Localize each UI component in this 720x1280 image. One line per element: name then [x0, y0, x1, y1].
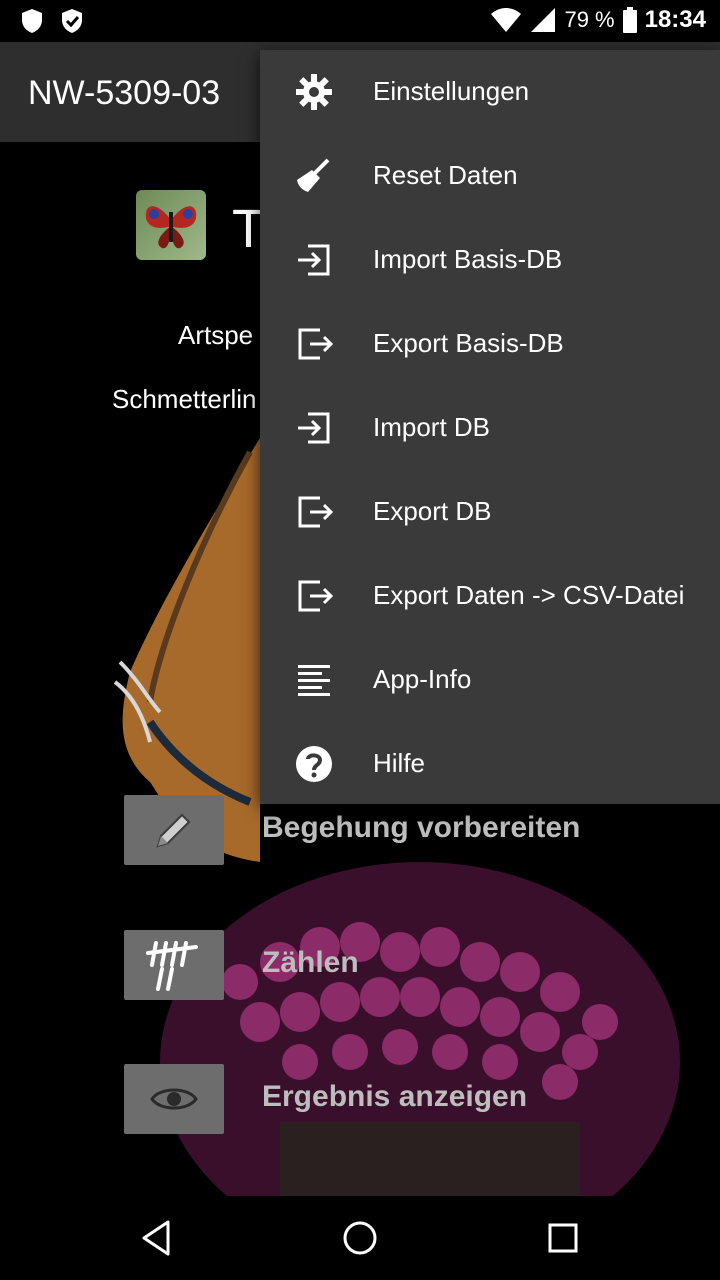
tally-icon [146, 941, 198, 991]
overflow-menu: Einstellungen Reset Daten Import Basis-D… [260, 50, 720, 804]
menu-label-settings: Einstellungen [373, 76, 530, 106]
navigation-bar [0, 1196, 720, 1280]
menu-label-export-csv: Export Daten -> CSV-Datei [373, 580, 685, 610]
pencil-icon [156, 813, 191, 848]
menu-item-import-db[interactable]: Import DB [260, 386, 720, 470]
eye-icon [150, 1088, 198, 1110]
text-lines-icon [298, 665, 330, 696]
prepare-visit-label: Begehung vorbereiten [262, 811, 581, 844]
menu-item-app-info[interactable]: App-Info [260, 638, 720, 722]
menu-item-export-csv[interactable]: Export Daten -> CSV-Datei [260, 554, 720, 638]
show-result-button[interactable]: Ergebnis anzeigen [124, 1064, 684, 1134]
count-icon-button[interactable] [124, 930, 224, 1000]
shield-check-icon [62, 9, 82, 33]
broom-icon [297, 158, 330, 192]
app-title: NW-5309-03 [28, 74, 221, 112]
menu-label-export-db: Export DB [373, 496, 492, 526]
gear-icon [296, 74, 332, 110]
export-icon [298, 328, 334, 360]
count-label: Zählen [262, 946, 359, 979]
show-result-label: Ergebnis anzeigen [262, 1080, 528, 1113]
menu-item-import-base-db[interactable]: Import Basis-DB [260, 218, 720, 302]
battery-icon [622, 7, 637, 33]
recents-icon[interactable] [541, 1216, 585, 1260]
battery-percent: 79 % [564, 7, 615, 32]
menu-item-help[interactable]: Hilfe [260, 722, 720, 806]
menu-item-export-db[interactable]: Export DB [260, 470, 720, 554]
status-bar: 79 % 18:34 [0, 0, 720, 42]
help-icon [296, 746, 332, 782]
back-icon[interactable] [136, 1216, 180, 1260]
import-icon [298, 412, 330, 444]
menu-label-help: Hilfe [373, 748, 426, 778]
menu-label-app-info: App-Info [373, 664, 472, 694]
menu-item-settings[interactable]: Einstellungen [260, 50, 720, 134]
subtitle-line-2: Schmetterlin [112, 384, 257, 414]
export-icon [298, 580, 334, 612]
signal-icon [531, 8, 556, 32]
menu-label-import-db: Import DB [373, 412, 491, 442]
menu-item-export-base-db[interactable]: Export Basis-DB [260, 302, 720, 386]
home-icon[interactable] [338, 1216, 382, 1260]
prepare-visit-icon-button[interactable] [124, 795, 224, 865]
shield-icon [22, 9, 42, 33]
show-result-icon-button[interactable] [124, 1064, 224, 1134]
export-icon [298, 496, 334, 528]
menu-label-reset-data: Reset Daten [373, 160, 518, 190]
wifi-icon [491, 8, 522, 32]
import-icon [298, 244, 330, 276]
menu-label-import-base-db: Import Basis-DB [373, 244, 563, 274]
menu-label-export-base-db: Export Basis-DB [373, 328, 564, 358]
menu-item-reset-data[interactable]: Reset Daten [260, 134, 720, 218]
count-button[interactable]: Zählen [124, 930, 684, 1000]
subtitle-line-1: Artspe [178, 320, 254, 350]
app-logo [136, 190, 206, 260]
clock: 18:34 [644, 6, 706, 33]
